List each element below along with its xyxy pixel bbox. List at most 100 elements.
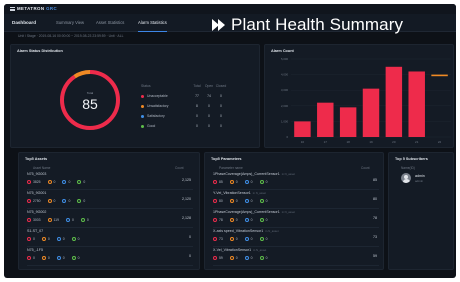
bar[interactable] [362, 88, 380, 137]
status-chip-value: 0 [47, 237, 50, 241]
row-count: 78 [373, 216, 377, 220]
status-chip-value: 0 [53, 199, 56, 203]
tab-alarm-statistics[interactable]: Alarm Statistics [138, 14, 167, 32]
top-assets-panel: Top5 Assets Asset Name Count N75_9G003 38… [18, 152, 200, 270]
status-chip-value: 0 [265, 218, 268, 222]
status-chip: 0 [229, 218, 238, 222]
row-name-text: N75_9G003 [27, 172, 47, 176]
panel-title: Alarm Status Distribution [17, 49, 63, 53]
status-ring-icon [259, 237, 264, 241]
status-chip: 0 [47, 199, 56, 203]
status-chip: 0 [244, 199, 253, 203]
status-row: Satisfactory 0 0 0 [141, 111, 251, 121]
status-ring-icon [41, 237, 46, 241]
status-ring-icon [213, 256, 217, 260]
tab-dashboard[interactable]: Dashboard [12, 14, 36, 32]
status-ring-icon [244, 256, 249, 260]
status-ring-icon [259, 180, 264, 184]
status-chip-value: 0 [62, 237, 65, 241]
status-chip: 85 [213, 180, 223, 184]
status-ring-icon [244, 199, 249, 203]
status-chip: 0 [244, 237, 253, 241]
x-tick-label: 20 [392, 140, 396, 144]
bar[interactable] [317, 102, 334, 137]
status-chip: 0 [71, 237, 80, 241]
status-chip-value: 0 [265, 199, 268, 203]
row-name-text: S1-ST_07 [27, 229, 44, 233]
status-ring-icon [65, 218, 70, 222]
row-divider [27, 265, 193, 266]
bar-marker[interactable] [431, 74, 448, 77]
bar[interactable] [385, 66, 403, 137]
status-ring-icon [244, 218, 249, 222]
top-parameters-panel: Top5 Parameters Parameter name Count 1Ph… [204, 152, 384, 270]
status-chip: 0 [244, 218, 253, 222]
row-name-text: N75_9G002 [27, 210, 47, 214]
status-chip: 0 [47, 180, 55, 184]
row-status-chips: 3003 119 0 0 [27, 218, 96, 222]
row-count: 0 [189, 235, 191, 239]
status-chip: 78 [213, 218, 223, 222]
row-name-text: N75_-1F5 [27, 248, 43, 252]
status-chip: 0 [62, 180, 70, 184]
status-total: 8 [196, 104, 198, 108]
row-status-chips: 85 0 0 0 [213, 180, 274, 184]
tab-asset-statistics[interactable]: Asset Statistics [96, 14, 124, 32]
panel-title: Top5 Parameters [211, 157, 242, 161]
status-ring-icon [259, 256, 264, 260]
top-bar: METATRON GRC [4, 4, 456, 14]
status-chip: 0 [229, 199, 238, 203]
status-ring-icon [27, 218, 31, 222]
row-name: N75_9G001 [27, 191, 46, 195]
row-count: 73 [373, 235, 377, 239]
x-tick-label: 18 [346, 140, 350, 144]
status-chip-value: 0 [77, 256, 80, 260]
status-row: Unsatisfactory 8 0 0 [141, 101, 251, 111]
bar[interactable] [408, 71, 425, 137]
brand-accent: GRC [46, 6, 58, 11]
status-chip-value: 59 [219, 256, 223, 260]
status-chip-value: 0 [33, 237, 35, 241]
status-chip-value: 0 [265, 237, 268, 241]
status-chip: 0 [27, 237, 35, 241]
row-divider [213, 189, 379, 190]
menu-icon[interactable] [10, 6, 15, 11]
brand-logo[interactable]: METATRON GRC [10, 6, 57, 11]
bar[interactable] [294, 121, 311, 137]
row-status-chips: 2750 0 0 0 [27, 199, 92, 203]
status-chip: 73 [213, 237, 223, 241]
row-divider [213, 265, 379, 266]
row-count: 85 [373, 178, 377, 182]
status-ring-icon [62, 180, 67, 184]
status-ring-icon [80, 218, 85, 222]
status-chip: 0 [65, 218, 74, 222]
status-chip: 0 [244, 180, 253, 184]
tab-summary-view[interactable]: Summary View [56, 14, 84, 32]
alarm-status-panel: Alarm Status Distribution Total 85 Statu… [10, 44, 260, 148]
status-ring-icon [213, 199, 217, 203]
status-chip: 0 [71, 256, 80, 260]
status-ring-icon [259, 199, 264, 203]
row-status-chips: 59 0 0 0 [213, 256, 274, 260]
status-chip: 59 [213, 256, 223, 260]
status-ring-icon [71, 256, 76, 260]
alarm-count-panel: Alarm Count 5,000 4,000 3,000 2,000 1,000 0 16… [264, 44, 454, 148]
status-chip-value: 0 [83, 199, 86, 203]
page-banner: Plant Health Summary [212, 14, 403, 36]
row-divider [213, 208, 379, 209]
status-chip-value: 0 [235, 180, 238, 184]
status-ring-icon [62, 199, 67, 203]
status-chip: 0 [80, 218, 89, 222]
bar[interactable] [339, 107, 357, 137]
status-chip: 3825 [27, 180, 41, 184]
status-chip-value: 2750 [33, 199, 41, 203]
status-label: Good [147, 124, 156, 128]
status-chip-value: 0 [33, 256, 35, 260]
breadcrumb: Unit / Stage · 2019-08-16 00:00:00 ~ 201… [18, 34, 124, 38]
row-sub: in N_asset [265, 229, 279, 233]
status-chip: 0 [77, 180, 85, 184]
status-ring-icon [213, 237, 217, 241]
status-chip: 119 [47, 218, 59, 222]
status-row: Unacceptable 77 74 0 [141, 91, 251, 101]
status-ring-icon [229, 237, 234, 241]
